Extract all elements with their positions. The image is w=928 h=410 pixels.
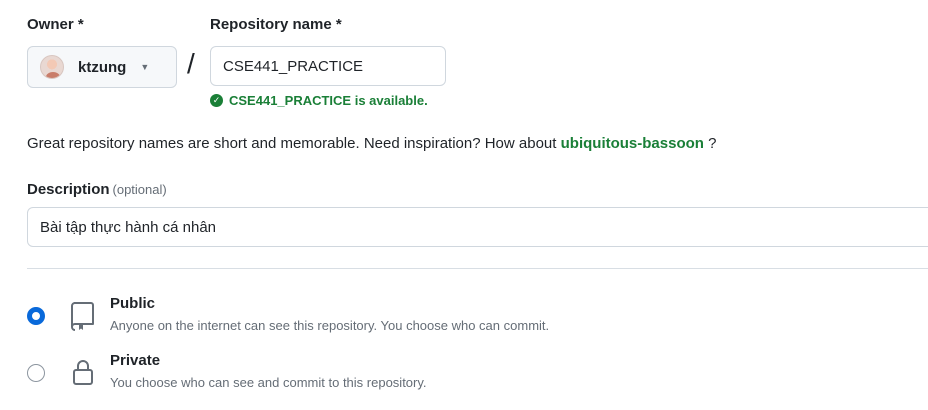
chevron-down-icon: ▼ xyxy=(140,62,150,72)
availability-text: CSE441_PRACTICE is available. xyxy=(229,93,428,108)
section-divider xyxy=(27,268,928,269)
avatar xyxy=(40,55,64,79)
lock-icon xyxy=(73,360,93,385)
repo-icon xyxy=(71,302,94,331)
visibility-title: Public xyxy=(110,295,156,312)
description-label-text: Description xyxy=(27,181,110,198)
description-label: Description (optional) xyxy=(27,181,167,198)
visibility-description: You choose who can see and commit to thi… xyxy=(110,375,427,390)
private-radio[interactable] xyxy=(27,364,45,382)
owner-label: Owner * xyxy=(27,16,84,33)
owner-repo-separator: / xyxy=(187,48,195,79)
name-hint: Great repository names are short and mem… xyxy=(27,135,716,152)
owner-dropdown-button[interactable]: ktzung ▼ xyxy=(27,46,177,88)
hint-text: Great repository names are short and mem… xyxy=(27,135,557,152)
name-suggestion-link[interactable]: ubiquitous-bassoon xyxy=(561,135,704,152)
visibility-option-private[interactable]: Private You choose who can see and commi… xyxy=(27,352,907,396)
repository-name-label: Repository name * xyxy=(210,16,342,33)
description-input[interactable] xyxy=(27,207,928,247)
check-circle-icon: ✓ xyxy=(210,94,223,107)
repository-name-input[interactable] xyxy=(210,46,446,86)
owner-name: ktzung xyxy=(78,58,127,76)
visibility-option-public[interactable]: Public Anyone on the internet can see th… xyxy=(27,295,907,339)
public-radio[interactable] xyxy=(27,307,45,325)
hint-suffix: ? xyxy=(708,135,717,152)
optional-tag: (optional) xyxy=(112,182,167,197)
visibility-description: Anyone on the internet can see this repo… xyxy=(110,318,550,333)
availability-message: ✓ CSE441_PRACTICE is available. xyxy=(210,93,428,108)
visibility-title: Private xyxy=(110,352,161,369)
